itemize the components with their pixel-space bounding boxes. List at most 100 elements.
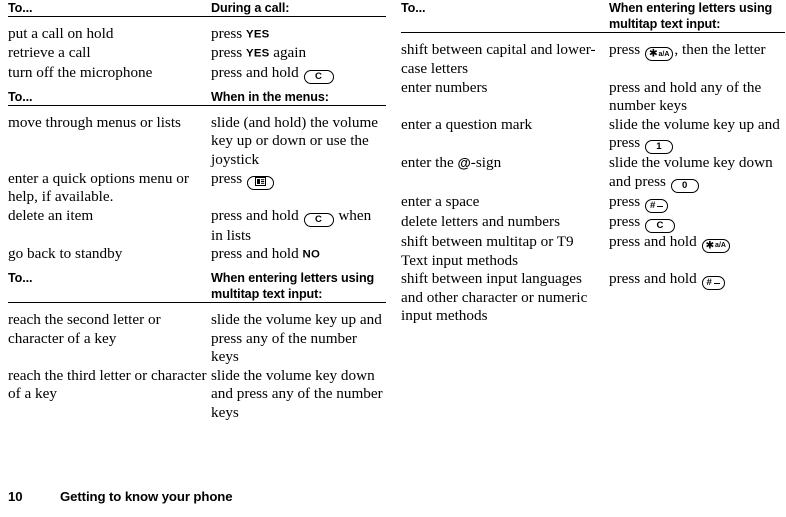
- row-action-text: go back to standby: [8, 245, 123, 263]
- table-row: shift between capital and lower-case let…: [401, 33, 785, 79]
- row-action-text: put a call on hold: [8, 25, 114, 43]
- row-instruction-text: press and hold: [211, 206, 303, 224]
- table-row: turn off the microphone press and hold C: [8, 64, 386, 84]
- header-cell-context: During a call:: [211, 0, 386, 18]
- row-instruction-text: slide the volume key up and press: [609, 115, 780, 152]
- row-cell-instruction: press YES again: [211, 44, 386, 63]
- header-cell-context: When entering letters using multitap tex…: [609, 0, 785, 34]
- row-cell-instruction: press YES: [211, 17, 386, 45]
- row-cell-instruction: press and hold C: [211, 64, 386, 84]
- row-action-text: move through menus or lists: [8, 113, 181, 131]
- hash-key-dash-icon: [713, 282, 720, 285]
- row-instruction-text: press and hold: [211, 245, 303, 263]
- left-column: To... During a call: put a call on hold pre…: [8, 0, 388, 423]
- row-instruction-text: slide the volume key down and press any …: [211, 366, 383, 421]
- row-cell-instruction: slide (and hold) the volume key up or do…: [211, 105, 386, 169]
- row-instruction-text: press and hold any of the number keys: [609, 78, 762, 115]
- row-cell-instruction: slide the volume key down and press 0: [609, 154, 785, 193]
- row-instruction-text: press and hold: [609, 232, 701, 250]
- row-action-text: delete an item: [8, 206, 94, 224]
- row-action-text: enter a space: [401, 192, 480, 210]
- row-cell-action: reach the second letter or character of …: [8, 302, 211, 366]
- row-instruction-text: press: [609, 41, 645, 59]
- row-cell-action: put a call on hold: [8, 17, 211, 45]
- row-cell-action: move through menus or lists: [8, 105, 211, 169]
- row-cell-instruction: press and hold ✱a/A: [609, 233, 785, 270]
- row-cell-instruction: press and hold #: [609, 270, 785, 326]
- hash-key-dash-icon: [657, 205, 664, 207]
- table-row: delete an item press and hold C when in l…: [8, 207, 386, 246]
- row-cell-action: turn off the microphone: [8, 64, 211, 84]
- row-action-text: retrieve a call: [8, 44, 91, 62]
- hardware-key-label: YES: [246, 28, 270, 41]
- row-cell-action: enter a space: [401, 193, 609, 213]
- hardware-key-label: YES: [246, 48, 270, 61]
- row-cell-action: enter a question mark: [401, 116, 609, 155]
- row-cell-instruction: slide the volume key down and press any …: [211, 367, 386, 423]
- row-instruction-text: slide the volume key up and press any of…: [211, 310, 382, 366]
- table-row: reach the third letter or character of a…: [8, 367, 386, 423]
- table-header-row: To... When in the menus:: [8, 83, 386, 106]
- header-cell-action: To...: [8, 264, 211, 303]
- row-instruction-text: slide (and hold) the volume key up or do…: [211, 113, 379, 168]
- table-row: go back to standby press and hold NO: [8, 245, 386, 264]
- hash-key[interactable]: #: [701, 276, 725, 291]
- clear-key[interactable]: C: [645, 218, 676, 233]
- row-cell-instruction: slide the volume key up and press 1: [609, 116, 785, 155]
- table-row: enter a quick options menu or help, if a…: [8, 170, 386, 207]
- star-key[interactable]: ✱a/A: [645, 47, 674, 62]
- row-cell-action: shift between capital and lower-case let…: [401, 33, 609, 79]
- row-instruction-text: press: [211, 169, 247, 187]
- hash-key[interactable]: #: [645, 198, 669, 213]
- row-cell-action: retrieve a call: [8, 44, 211, 63]
- star-glyph-icon: ✱: [705, 239, 715, 252]
- table-row: enter a space press #: [401, 193, 785, 213]
- row-cell-action: enter numbers: [401, 79, 609, 116]
- row-cell-instruction: press C: [609, 213, 785, 233]
- row-cell-instruction: press ✱a/A, then the letter: [609, 33, 785, 79]
- table-row: move through menus or lists slide (and ho…: [8, 105, 386, 169]
- row-cell-action: delete an item: [8, 207, 211, 246]
- row-cell-instruction: press and hold NO: [211, 245, 386, 264]
- table-row: enter numbers press and hold any of the n…: [401, 79, 785, 116]
- clear-key[interactable]: C: [303, 212, 334, 227]
- table-row: enter a question mark slide the volume ke…: [401, 116, 785, 155]
- menu-key[interactable]: [247, 175, 275, 190]
- hardware-key-label: NO: [302, 248, 321, 261]
- table-row: retrieve a call press YES again: [8, 44, 386, 63]
- row-action-text: enter a quick options menu or help, if a…: [8, 169, 189, 206]
- row-cell-instruction: press and hold any of the number keys: [609, 79, 785, 116]
- number-key-0[interactable]: 0: [670, 178, 699, 193]
- table-header-row: To... During a call:: [8, 0, 386, 18]
- row-action-text: shift between capital and lower-case let…: [401, 41, 596, 77]
- hash-glyph-icon: #: [650, 199, 656, 211]
- manual-page: To... During a call: put a call on hold pre…: [0, 0, 786, 517]
- menu-glyph-icon: [255, 176, 267, 186]
- row-instruction-text: press: [609, 212, 645, 230]
- row-action-text: shift between input languages and other …: [401, 270, 588, 325]
- row-action-text: enter numbers: [401, 78, 488, 96]
- table-row: delete letters and numbers press C: [401, 213, 785, 233]
- row-action-text: reach the third letter or character of a…: [8, 366, 207, 403]
- row-cell-instruction: slide the volume key up and press any of…: [211, 302, 386, 366]
- header-cell-context: When in the menus:: [211, 83, 386, 106]
- clear-key[interactable]: C: [303, 69, 334, 84]
- row-action-text-suffix: -sign: [470, 154, 502, 172]
- row-instruction-text-suffix: again: [269, 44, 307, 62]
- row-instruction-text: press: [609, 192, 645, 210]
- star-key-sublabel: a/A: [715, 242, 726, 250]
- table-row: reach the second letter or character of …: [8, 302, 386, 366]
- page-number: 10: [8, 489, 23, 504]
- row-cell-action: shift between multitap or T9 Text input …: [401, 233, 609, 270]
- row-instruction-text: press and hold: [609, 270, 701, 288]
- table-row: shift between multitap or T9 Text input …: [401, 233, 785, 270]
- row-action-text: turn off the microphone: [8, 63, 153, 81]
- row-cell-action: shift between input languages and other …: [401, 270, 609, 326]
- number-key-1[interactable]: 1: [645, 140, 674, 155]
- row-cell-action: go back to standby: [8, 245, 211, 264]
- row-cell-action: enter the @-sign: [401, 154, 609, 193]
- star-key[interactable]: ✱a/A: [701, 238, 730, 253]
- row-cell-instruction: press #: [609, 193, 785, 213]
- header-cell-action: To...: [8, 0, 211, 18]
- row-action-text: enter a question mark: [401, 115, 533, 133]
